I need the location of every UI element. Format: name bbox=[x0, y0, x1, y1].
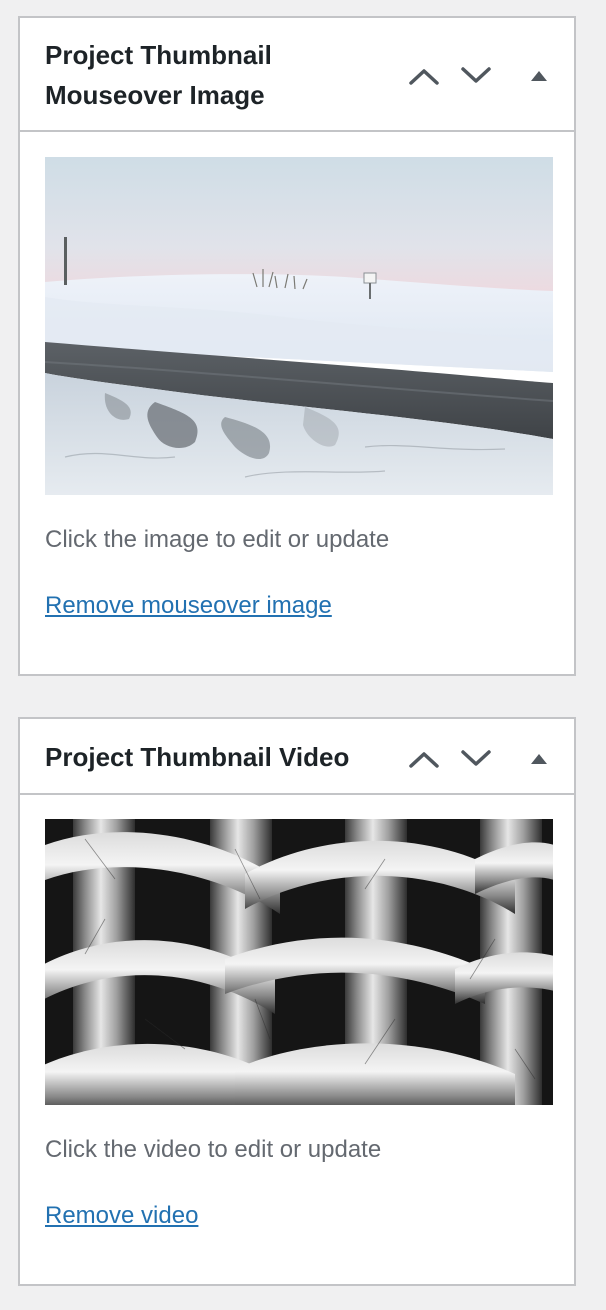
remove-mouseover-image-link[interactable]: Remove mouseover image bbox=[45, 590, 332, 622]
triangle-up-icon bbox=[531, 754, 547, 764]
remove-video-link[interactable]: Remove video bbox=[45, 1200, 198, 1232]
move-up-button[interactable] bbox=[404, 739, 444, 779]
toggle-panel-button[interactable] bbox=[519, 739, 559, 779]
move-up-button[interactable] bbox=[404, 56, 444, 96]
mouseover-image-thumbnail[interactable] bbox=[45, 157, 553, 495]
thumbnail-video-metabox: Project Thumbnail Video Click the video … bbox=[18, 717, 576, 1286]
chevron-down-icon bbox=[461, 67, 491, 83]
toggle-panel-button[interactable] bbox=[519, 56, 559, 96]
edit-video-hint: Click the video to edit or update bbox=[45, 1136, 382, 1163]
chevron-down-icon bbox=[461, 750, 491, 766]
edit-image-hint: Click the image to edit or update bbox=[45, 526, 390, 553]
video-thumbnail[interactable] bbox=[45, 819, 553, 1105]
move-down-button[interactable] bbox=[456, 739, 496, 779]
triangle-up-icon bbox=[531, 71, 547, 81]
metabox-header: Project Thumbnail Mouseover Image bbox=[20, 18, 574, 132]
handle-actions bbox=[384, 18, 574, 130]
chevron-up-icon bbox=[409, 752, 439, 768]
move-down-button[interactable] bbox=[456, 56, 496, 96]
metabox-header: Project Thumbnail Video bbox=[20, 719, 574, 795]
metabox-title: Project Thumbnail Mouseover Image bbox=[45, 40, 272, 110]
chevron-up-icon bbox=[409, 69, 439, 85]
metabox-title: Project Thumbnail Video bbox=[45, 742, 350, 772]
mouseover-image-metabox: Project Thumbnail Mouseover Image Click … bbox=[18, 16, 576, 676]
handle-actions bbox=[384, 719, 574, 793]
